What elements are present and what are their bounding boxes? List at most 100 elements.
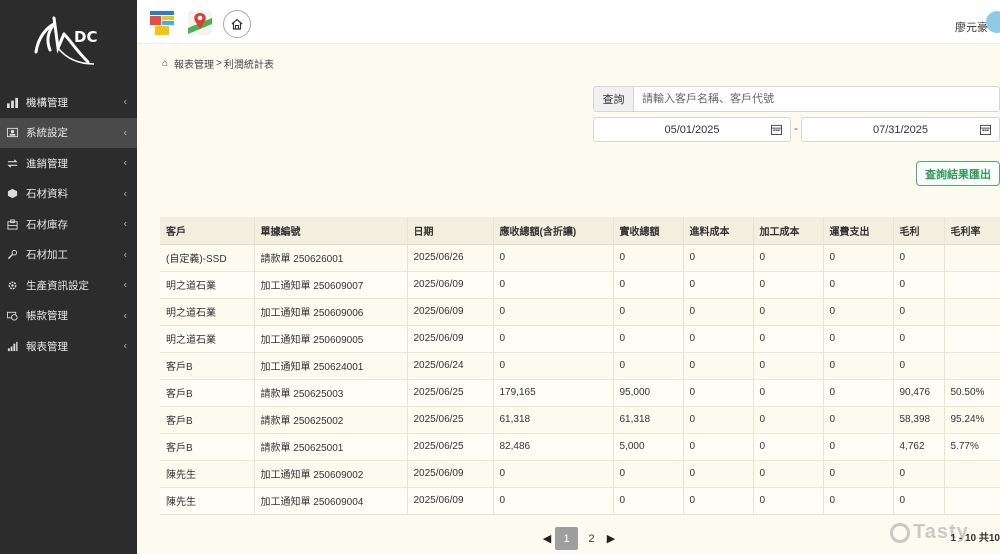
cell-date: 2025/06/25: [407, 406, 494, 434]
cell-freight: 0: [823, 244, 894, 272]
report-icon: [5, 339, 19, 353]
cell-process-cost: 0: [753, 487, 824, 515]
col-header-receivable[interactable]: 應收總額(含折讓): [493, 217, 614, 245]
exchange-icon: [5, 156, 19, 170]
sidebar-item-stone-stock[interactable]: 石材庫存 ‹: [0, 209, 137, 240]
user-card-icon: [5, 126, 19, 140]
sidebar-item-reports[interactable]: 報表管理 ‹: [0, 331, 137, 362]
cell-gross-profit: 0: [893, 487, 945, 515]
end-date-field[interactable]: 07/31/2025: [801, 117, 1000, 142]
col-header-doc-no[interactable]: 單據編號: [254, 217, 408, 245]
map-app-icon[interactable]: [187, 10, 213, 36]
col-header-material-cost[interactable]: 進料成本: [683, 217, 754, 245]
cell-material-cost: 0: [683, 433, 754, 461]
table-row[interactable]: 明之道石業 加工通知單 250609007 2025/06/09 0 0 0 0 0 0: [160, 271, 1000, 299]
cell-freight: 0: [823, 487, 894, 515]
col-header-margin[interactable]: 毛利率: [944, 217, 1000, 245]
table-row[interactable]: 客戶B 請款單 250625003 2025/06/25 179,165 95,000 0…: [160, 379, 1000, 407]
cell-received: 0: [613, 271, 684, 299]
page-button-1[interactable]: 1: [555, 527, 578, 550]
chevron-left-icon: ‹: [123, 279, 127, 291]
calendar-icon[interactable]: [771, 124, 782, 135]
sidebar-item-stone-process[interactable]: 石材加工 ‹: [0, 240, 137, 271]
cell-customer: 客戶B: [160, 379, 255, 407]
user-name[interactable]: 廖元豪: [955, 19, 988, 35]
sidebar-item-label: 帳款管理: [26, 310, 68, 323]
search-label: 查詢: [594, 87, 634, 111]
cell-gross-profit: 0: [893, 244, 945, 272]
money-icon: [5, 309, 19, 323]
sidebar-item-trade[interactable]: 進銷管理 ‹: [0, 148, 137, 179]
cell-material-cost: 0: [683, 244, 754, 272]
bar-chart-icon: [5, 95, 19, 109]
cell-date: 2025/06/09: [407, 487, 494, 515]
cell-customer: 明之道石業: [160, 298, 255, 326]
table-header-row: 客戶 單據編號 日期 應收總額(含折讓) 實收總額 進料成本 加工成本 運費支出…: [160, 217, 1000, 245]
table-row[interactable]: 客戶B 請款單 250625001 2025/06/25 82,486 5,000 0 0 0…: [160, 433, 1000, 461]
cell-process-cost: 0: [753, 379, 824, 407]
cell-process-cost: 0: [753, 460, 824, 488]
table-row[interactable]: 明之道石業 加工通知單 250609005 2025/06/09 0 0 0 0 0 0: [160, 325, 1000, 353]
sidebar-item-system[interactable]: 系統設定 ‹: [0, 117, 137, 148]
sidebar-item-production[interactable]: 生產資訊設定 ‹: [0, 270, 137, 301]
home-button[interactable]: [223, 10, 251, 38]
cell-date: 2025/06/24: [407, 352, 494, 380]
col-header-received[interactable]: 實收總額: [613, 217, 684, 245]
cell-receivable: 179,165: [493, 379, 614, 407]
prev-page-icon[interactable]: ◀: [540, 532, 554, 545]
dashboard-app-icon[interactable]: [149, 10, 175, 36]
col-header-process-cost[interactable]: 加工成本: [753, 217, 824, 245]
start-date-field[interactable]: 05/01/2025: [593, 117, 791, 142]
cell-material-cost: 0: [683, 325, 754, 353]
cell-received: 0: [613, 244, 684, 272]
col-header-date[interactable]: 日期: [407, 217, 494, 245]
sidebar: DC 機構管理 ‹ 系統設定 ‹ 進銷管理 ‹ 石材資料 ‹ 石材庫存 ‹ 石材…: [0, 0, 137, 554]
cell-margin: [944, 460, 1000, 488]
brand-logo[interactable]: DC: [0, 0, 137, 80]
table-row[interactable]: 陳先生 加工通知單 250609004 2025/06/09 0 0 0 0 0 0: [160, 487, 1000, 515]
export-results-button[interactable]: 查詢結果匯出: [916, 161, 1000, 186]
avatar[interactable]: [986, 11, 1000, 33]
cell-received: 95,000: [613, 379, 684, 407]
chevron-left-icon: ‹: [123, 127, 127, 139]
table-row[interactable]: 客戶B 請款單 250625002 2025/06/25 61,318 61,318 0 0…: [160, 406, 1000, 434]
cell-received: 0: [613, 460, 684, 488]
start-date-value: 05/01/2025: [664, 123, 720, 136]
col-header-freight[interactable]: 運費支出: [823, 217, 894, 245]
table-row[interactable]: 明之道石業 加工通知單 250609006 2025/06/09 0 0 0 0 0 0: [160, 298, 1000, 326]
cell-date: 2025/06/09: [407, 271, 494, 299]
col-header-gross-profit[interactable]: 毛利: [893, 217, 945, 245]
sidebar-item-label: 石材加工: [26, 249, 68, 262]
cell-process-cost: 0: [753, 433, 824, 461]
cell-receivable: 61,318: [493, 406, 614, 434]
cell-receivable: 0: [493, 487, 614, 515]
home-icon[interactable]: ⌂: [162, 58, 168, 69]
table-row[interactable]: 客戶B 加工通知單 250624001 2025/06/24 0 0 0 0 0 0: [160, 352, 1000, 380]
table-row[interactable]: (自定義)-SSD 請款單 250626001 2025/06/26 0 0 0 0 0 0: [160, 244, 1000, 272]
col-header-customer[interactable]: 客戶: [160, 217, 255, 245]
search-input[interactable]: [634, 87, 999, 111]
sidebar-item-stone-data[interactable]: 石材資料 ‹: [0, 179, 137, 210]
top-bar: 廖元豪: [137, 0, 1000, 44]
chevron-left-icon: ‹: [123, 310, 127, 322]
search-box: 查詢: [593, 86, 1000, 112]
table-row[interactable]: 陳先生 加工通知單 250609002 2025/06/09 0 0 0 0 0 0: [160, 460, 1000, 488]
cell-margin: 5.77%: [944, 433, 1000, 461]
cell-material-cost: 0: [683, 487, 754, 515]
cell-freight: 0: [823, 460, 894, 488]
chevron-left-icon: ‹: [123, 340, 127, 352]
cell-received: 0: [613, 298, 684, 326]
cell-margin: 95.24%: [944, 406, 1000, 434]
cell-freight: 0: [823, 271, 894, 299]
cell-date: 2025/06/25: [407, 433, 494, 461]
cell-material-cost: 0: [683, 298, 754, 326]
sidebar-item-org[interactable]: 機構管理 ‹: [0, 87, 137, 118]
cell-receivable: 82,486: [493, 433, 614, 461]
sidebar-item-accounts[interactable]: 帳款管理 ‹: [0, 301, 137, 332]
breadcrumb-parent[interactable]: 報表管理: [174, 56, 214, 71]
chevron-left-icon: ‹: [123, 218, 127, 230]
cell-material-cost: 0: [683, 379, 754, 407]
page-button-2[interactable]: 2: [580, 527, 603, 550]
next-page-icon[interactable]: ▶: [604, 532, 618, 545]
calendar-icon[interactable]: [980, 124, 991, 135]
